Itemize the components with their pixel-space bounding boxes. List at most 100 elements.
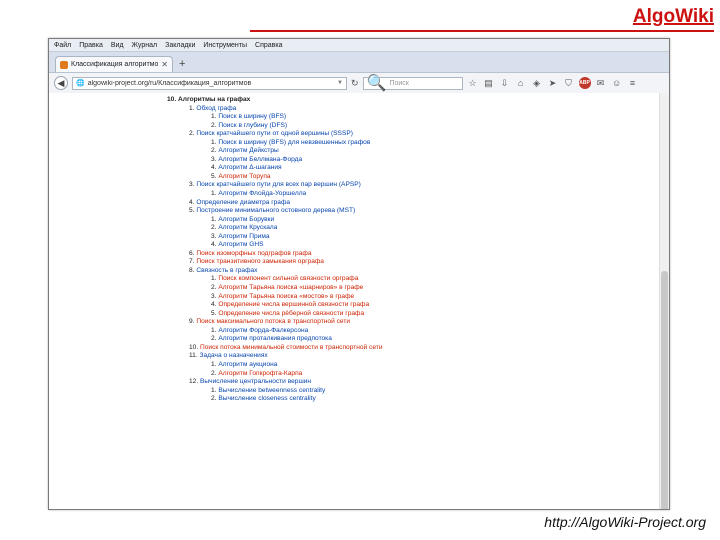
new-tab-button[interactable]: +: [179, 56, 185, 72]
url-text[interactable]: algowiki-project.org/ru/Классификация_ал…: [88, 80, 334, 87]
download-icon[interactable]: ⇩: [499, 78, 511, 89]
toc-item: 1. Обход графа: [167, 105, 660, 114]
footer-url[interactable]: http://AlgoWiki-Project.org: [544, 514, 706, 530]
shield-icon[interactable]: ⛉: [563, 78, 575, 89]
menu-help[interactable]: Справка: [255, 42, 282, 49]
toc-link[interactable]: Поиск потока минимальной стоимости в тра…: [200, 344, 383, 351]
bookmarks-list-icon[interactable]: ▤: [483, 78, 495, 89]
toc-item: 3. Алгоритм Тарьяна поиска «мостов» в гр…: [167, 293, 660, 302]
toc-link[interactable]: Поиск в ширину (BFS): [218, 113, 286, 120]
toc-link[interactable]: Алгоритм Форда-Фалкерсона: [218, 327, 308, 334]
toc-item: 2. Вычисление closeness centrality: [167, 395, 660, 404]
toc-link[interactable]: Определение числа рёберной связности гра…: [218, 310, 364, 317]
toc-number: 3.: [189, 181, 195, 189]
toc-link[interactable]: Алгоритм GHS: [218, 241, 263, 248]
toc-number: 10.: [189, 343, 199, 351]
toc-link[interactable]: Алгоритм Флойда-Уоршелла: [218, 190, 306, 197]
tab-close-icon[interactable]: ✕: [161, 60, 168, 69]
scrollbar-thumb[interactable]: [661, 271, 668, 509]
toc-link[interactable]: Алгоритм Тарьяна поиска «шарниров» в гра…: [218, 284, 363, 291]
reload-icon[interactable]: ↻: [351, 78, 359, 89]
toc-number: 5.: [211, 309, 217, 317]
toc-item: 4. Алгоритм Δ-шагания: [167, 164, 660, 173]
send-icon[interactable]: ➤: [547, 78, 559, 89]
home-icon[interactable]: ⌂: [515, 78, 527, 88]
page-content: 10. Алгоритмы на графах 1. Обход графа 1. …: [49, 93, 669, 509]
toc-link[interactable]: Поиск кратчайшего пути от одной вершины …: [196, 130, 353, 137]
toc-number: 2.: [211, 284, 217, 292]
toc-item: 2. Алгоритм Дейкстры: [167, 147, 660, 156]
toc-number: 2.: [211, 224, 217, 232]
toc-item: 1. Вычисление betweenness centrality: [167, 387, 660, 396]
toc-link[interactable]: Вычисление центральности вершин: [200, 378, 311, 385]
toc-link[interactable]: Алгоритм аукциона: [218, 361, 277, 368]
toc-item: 2. Поиск кратчайшего пути от одной верши…: [167, 130, 660, 139]
toc-link[interactable]: Обход графа: [196, 105, 236, 112]
toc-item: 4. Алгоритм GHS: [167, 241, 660, 250]
star-icon[interactable]: ☆: [467, 78, 479, 89]
toc-item: 10. Поиск потока минимальной стоимости в…: [167, 344, 660, 353]
toc-link[interactable]: Связность в графах: [196, 267, 257, 274]
toc-item: 11. Задача о назначениях: [167, 352, 660, 361]
toc-number: 4.: [211, 301, 217, 309]
toc-link[interactable]: Построение минимального остовного дерева…: [196, 207, 355, 214]
url-dropdown-icon[interactable]: ▼: [337, 80, 343, 86]
algowiki-logo-text: AlgoWiki: [632, 6, 714, 27]
toc-link[interactable]: Поиск изоморфных подграфов графа: [196, 250, 311, 257]
menu-view[interactable]: Вид: [111, 42, 124, 49]
toc-link[interactable]: Поиск компонент сильной связности орграф…: [218, 275, 358, 282]
address-bar[interactable]: 🌐 algowiki-project.org/ru/Классификация_…: [72, 76, 347, 90]
toc-item: 1. Алгоритм Флойда-Уоршелла: [167, 190, 660, 199]
back-icon[interactable]: ◀: [54, 76, 68, 90]
toc-number: 8.: [189, 266, 195, 274]
toc-link[interactable]: Определение диаметра графа: [196, 199, 290, 206]
toc-link[interactable]: Поиск в ширину (BFS) для невзвешенных гр…: [218, 139, 370, 146]
toc-link[interactable]: Алгоритм Дейкстры: [218, 147, 278, 154]
tab-classification[interactable]: Классификация алгоритмов ✕: [55, 56, 173, 72]
toc-link[interactable]: Алгоритм проталкивания предпотока: [218, 335, 332, 342]
toc-item: 3. Поиск кратчайшего пути для всех пар в…: [167, 181, 660, 190]
toc-number: 2.: [211, 335, 217, 343]
menu-history[interactable]: Журнал: [132, 42, 158, 49]
menu-bookmarks[interactable]: Закладки: [165, 42, 195, 49]
toc-number: 5.: [189, 207, 195, 215]
navigation-toolbar: ◀ 🌐 algowiki-project.org/ru/Классификаци…: [49, 73, 669, 94]
pocket-icon[interactable]: ◈: [531, 78, 543, 89]
vertical-scrollbar[interactable]: [659, 93, 669, 509]
toc-link[interactable]: Поиск максимального потока в транспортно…: [196, 318, 350, 325]
toc-number: 1.: [211, 138, 217, 146]
toc-link[interactable]: Алгоритм Торупа: [218, 173, 270, 180]
toc-link[interactable]: Поиск транзитивного замыкания орграфа: [196, 258, 324, 265]
title-divider: [250, 30, 714, 32]
toc-link[interactable]: Алгоритм Беллмана-Форда: [218, 156, 302, 163]
toc-link[interactable]: Алгоритм Крускала: [218, 224, 277, 231]
search-box[interactable]: 🔍 Поиск: [362, 75, 463, 92]
toc-link[interactable]: Алгоритм Тарьяна поиска «мостов» в графе: [218, 293, 354, 300]
menu-tools[interactable]: Инструменты: [203, 42, 247, 49]
toc-item: 9. Поиск максимального потока в транспор…: [167, 318, 660, 327]
toc-link[interactable]: Определение числа вершинной связности гр…: [218, 301, 369, 308]
menu-edit[interactable]: Правка: [79, 42, 103, 49]
toc-link[interactable]: Вычисление betweenness centrality: [218, 387, 325, 394]
search-placeholder[interactable]: Поиск: [389, 80, 408, 87]
toc-link[interactable]: Алгоритм Δ-шагания: [218, 164, 281, 171]
toc-link[interactable]: Поиск кратчайшего пути для всех пар верш…: [196, 181, 361, 188]
toc-item: 1. Поиск в ширину (BFS) для невзвешенных…: [167, 139, 660, 148]
hamburger-menu-icon[interactable]: ≡: [627, 78, 639, 88]
toc-link[interactable]: Алгоритм Борувки: [218, 216, 274, 223]
toc-link[interactable]: Алгоритм Гопкрофта-Карпа: [218, 370, 302, 377]
toc-link[interactable]: Поиск в глубину (DFS): [218, 122, 287, 129]
toc-link[interactable]: Задача о назначениях: [200, 352, 268, 359]
chat-icon[interactable]: ✉: [595, 78, 607, 89]
menu-file[interactable]: Файл: [54, 42, 71, 49]
search-icon: 🔍: [366, 75, 387, 92]
toc-item: 1. Алгоритм Форда-Фалкерсона: [167, 327, 660, 336]
site-favicon-icon: [60, 60, 68, 69]
toc-link[interactable]: Вычисление closeness centrality: [218, 395, 315, 402]
smiley-icon[interactable]: ☺: [611, 78, 623, 88]
toc-item: 1. Поиск в ширину (BFS): [167, 113, 660, 122]
adblock-icon[interactable]: ABP: [578, 77, 591, 89]
toc-item: 1. Алгоритм Борувки: [167, 216, 660, 225]
toc-link[interactable]: Алгоритм Прима: [218, 233, 269, 240]
globe-icon: 🌐: [76, 80, 85, 87]
